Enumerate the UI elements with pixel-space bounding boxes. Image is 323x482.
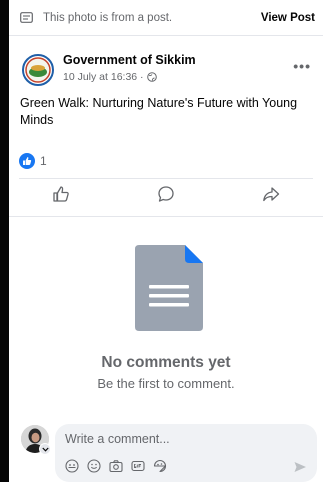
more-options-icon[interactable]: ••• [293, 58, 311, 74]
like-icon [52, 185, 70, 208]
globe-icon [146, 72, 157, 82]
window-edge [0, 0, 9, 482]
post-text: Green Walk: Nurturing Nature's Future wi… [20, 96, 298, 127]
sticker-icon[interactable] [153, 459, 167, 473]
comment-icon [157, 185, 175, 208]
avatar-sticker-icon[interactable] [65, 459, 79, 473]
divider [19, 178, 313, 179]
post-actions [9, 181, 323, 211]
empty-comments-title: No comments yet [101, 354, 231, 371]
comment-input[interactable] [65, 430, 305, 448]
like-button[interactable] [9, 181, 114, 211]
post-timestamp[interactable]: 10 July at 16:36 · [63, 71, 144, 83]
share-button[interactable] [218, 181, 323, 211]
comment-button[interactable] [114, 181, 219, 211]
page-avatar[interactable] [22, 54, 54, 86]
chevron-down-icon[interactable] [39, 443, 51, 455]
photo-origin-text: This photo is from a post. [43, 11, 173, 24]
camera-icon[interactable] [109, 459, 123, 473]
photo-origin-bar: This photo is from a post. View Post [9, 0, 323, 36]
post-author[interactable]: Government of Sikkim [63, 53, 196, 67]
gif-icon[interactable] [131, 459, 145, 473]
photo-caption-icon [19, 11, 33, 25]
emoji-icon[interactable] [87, 459, 101, 473]
view-post-link[interactable]: View Post [261, 12, 315, 24]
comment-composer [55, 424, 317, 482]
post-panel: This photo is from a post. View Post Gov… [9, 0, 323, 482]
post-meta: 10 July at 16:36 · [63, 71, 157, 83]
send-icon[interactable] [293, 460, 307, 474]
share-icon [262, 185, 280, 208]
divider [9, 216, 323, 217]
document-icon [135, 245, 203, 331]
like-reaction-icon [19, 153, 35, 169]
reaction-count: 1 [40, 154, 47, 168]
reaction-summary[interactable]: 1 [19, 153, 47, 169]
post-header: Government of Sikkim 10 July at 16:36 · … [9, 48, 323, 88]
empty-comments-subtitle: Be the first to comment. [97, 376, 235, 391]
composer-tools [65, 459, 175, 473]
